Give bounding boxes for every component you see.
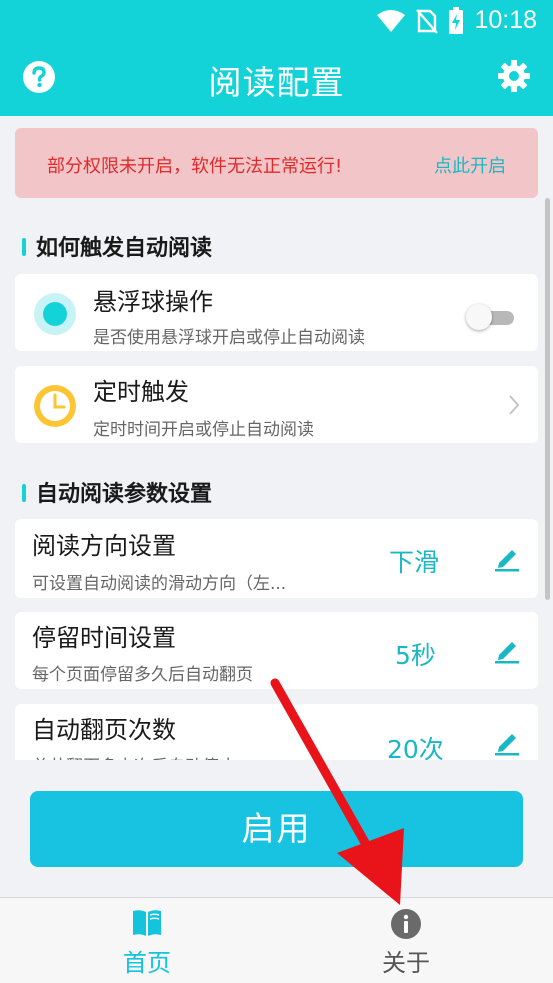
annotation-arrow xyxy=(270,678,404,905)
